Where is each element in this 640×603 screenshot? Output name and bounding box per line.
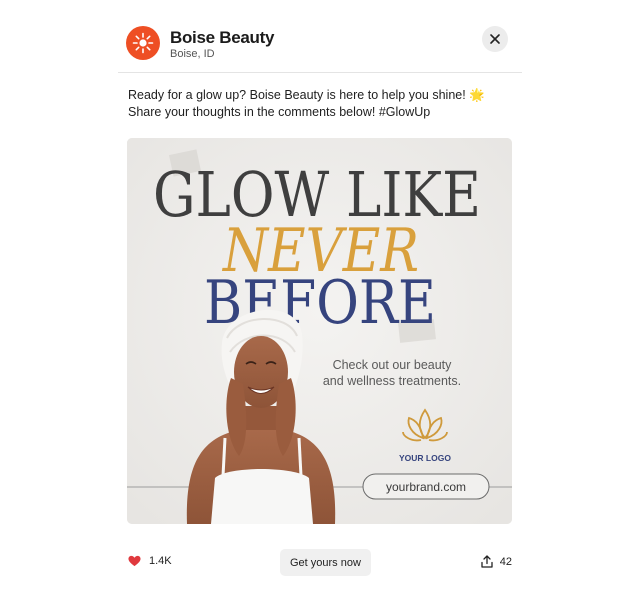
- business-avatar[interactable]: [126, 26, 160, 60]
- get-yours-now-button[interactable]: Get yours now: [280, 549, 371, 576]
- promo-tagline-line2: and wellness treatments.: [323, 374, 461, 388]
- business-location: Boise, ID: [170, 48, 215, 60]
- header-divider: [118, 72, 522, 73]
- post-footer: 1.4K Get yours now 42: [128, 549, 514, 577]
- sun-burst-icon: [132, 32, 154, 54]
- promo-website-text: yourbrand.com: [386, 480, 466, 494]
- share-button[interactable]: 42: [481, 555, 512, 568]
- promo-logo-text: YOUR LOGO: [399, 453, 451, 463]
- like-button[interactable]: 1.4K: [128, 555, 172, 567]
- close-icon: [490, 34, 500, 44]
- post-header: Boise Beauty Boise, ID: [126, 26, 516, 62]
- promo-tagline-line1: Check out our beauty: [333, 358, 453, 372]
- share-icon: [481, 555, 493, 568]
- promo-website-pill: yourbrand.com: [362, 473, 490, 500]
- business-name[interactable]: Boise Beauty: [170, 28, 274, 48]
- like-count: 1.4K: [149, 555, 172, 567]
- promo-graphic: GLOW LIKE NEVER BEFORE Check out our bea…: [127, 138, 512, 524]
- share-count: 42: [499, 555, 512, 568]
- close-button[interactable]: [482, 26, 508, 52]
- promo-image[interactable]: GLOW LIKE NEVER BEFORE Check out our bea…: [127, 138, 512, 524]
- business-post-card: Boise Beauty Boise, ID Ready for a glow …: [118, 14, 522, 594]
- post-caption: Ready for a glow up? Boise Beauty is her…: [128, 88, 485, 119]
- heart-icon: [128, 555, 141, 567]
